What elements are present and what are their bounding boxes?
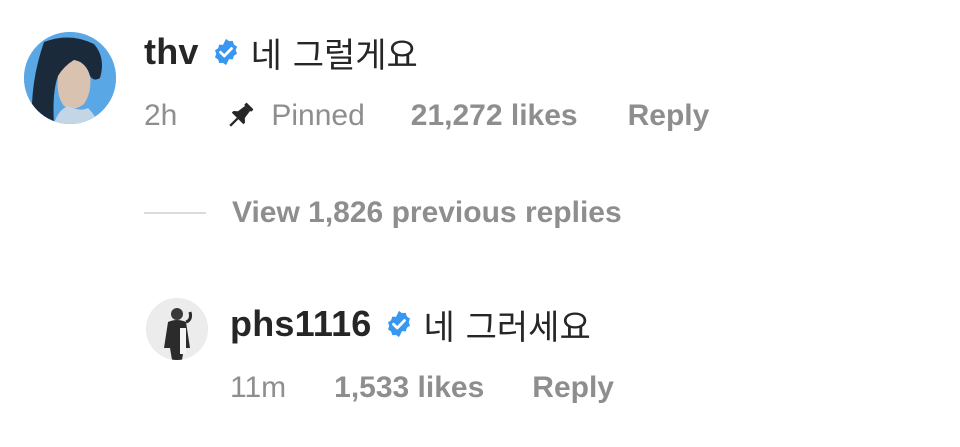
likes-count[interactable]: 1,533 likes — [334, 371, 484, 405]
username[interactable]: phs1116 — [230, 303, 372, 345]
likes-count[interactable]: 21,272 likes — [411, 99, 578, 133]
username[interactable]: thv — [144, 31, 199, 73]
reply-button[interactable]: Reply — [628, 99, 710, 133]
reply-header: phs1116 네 그러세요 — [230, 302, 591, 348]
comment-meta: 2h Pinned 21,272 likes Reply — [144, 96, 709, 136]
reply-button[interactable]: Reply — [532, 371, 614, 405]
reply-meta: 11m 1,533 likes Reply — [230, 368, 614, 408]
thread-line — [144, 212, 206, 214]
pinned-indicator: Pinned — [223, 99, 365, 133]
reply-text: 네 그러세요 — [423, 307, 591, 348]
view-replies-label[interactable]: View 1,826 previous replies — [232, 196, 622, 230]
view-previous-replies[interactable]: View 1,826 previous replies — [144, 196, 622, 230]
verified-badge-icon — [384, 309, 414, 339]
reply-time: 11m — [230, 371, 287, 404]
comment-text: 네 그럴게요 — [250, 35, 418, 76]
avatar-phs1116-image — [146, 298, 208, 360]
verified-badge-icon — [211, 37, 241, 67]
avatar-thv[interactable] — [24, 32, 116, 124]
comment-time: 2h — [144, 99, 178, 132]
pin-icon — [223, 99, 257, 133]
pinned-label: Pinned — [271, 99, 365, 132]
comment-header: thv 네 그럴게요 — [144, 30, 418, 76]
avatar-thv-image — [24, 32, 116, 124]
avatar-phs1116[interactable] — [146, 298, 208, 360]
